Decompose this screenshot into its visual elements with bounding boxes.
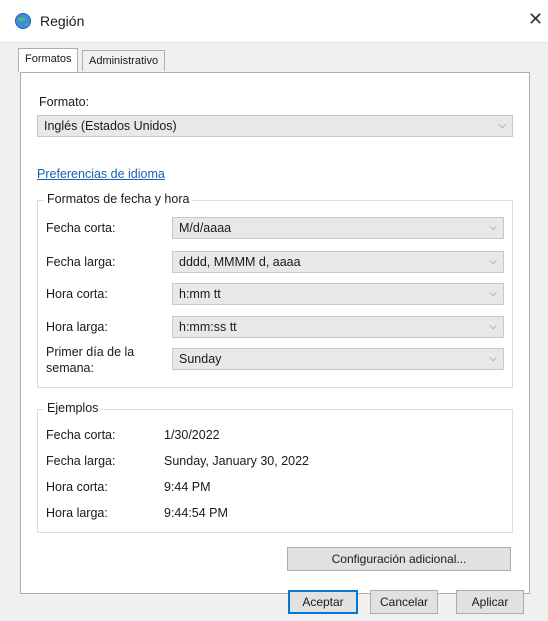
short-date-dropdown[interactable]: M/d/aaaa ⌵ (172, 217, 504, 239)
chevron-down-icon: ⌵ (489, 288, 497, 299)
examples-title: Ejemplos (44, 401, 102, 415)
example-short-date-label: Fecha corta: (46, 428, 116, 442)
example-long-time-value: 9:44:54 PM (164, 506, 228, 520)
apply-button[interactable]: Aplicar (456, 590, 524, 614)
long-time-dropdown[interactable]: h:mm:ss tt ⌵ (172, 316, 504, 338)
first-day-dropdown[interactable]: Sunday ⌵ (172, 348, 504, 370)
tab-formatos[interactable]: Formatos (18, 48, 79, 72)
example-long-date-value: Sunday, January 30, 2022 (164, 454, 310, 468)
examples-group: Ejemplos Fecha corta: 1/30/2022 Fecha la… (37, 401, 513, 533)
chevron-down-icon: ⌵ (489, 256, 497, 267)
short-time-dropdown[interactable]: h:mm tt ⌵ (172, 283, 504, 305)
example-short-time-value: 9:44 PM (164, 480, 211, 494)
short-date-value: M/d/aaaa (179, 221, 232, 235)
long-date-label: Fecha larga: (46, 255, 116, 269)
long-date-dropdown[interactable]: dddd, MMMM d, aaaa ⌵ (172, 251, 504, 273)
example-short-time-label: Hora corta: (46, 480, 108, 494)
short-time-label: Hora corta: (46, 287, 108, 301)
long-time-value: h:mm:ss tt (179, 320, 237, 334)
format-value: Inglés (Estados Unidos) (44, 119, 177, 133)
format-dropdown[interactable]: Inglés (Estados Unidos) ⌵ (37, 115, 513, 137)
short-time-value: h:mm tt (179, 287, 221, 301)
chevron-down-icon: ⌵ (489, 353, 497, 364)
first-day-value: Sunday (179, 352, 222, 366)
chevron-down-icon: ⌵ (489, 222, 497, 233)
tab-administrativo[interactable]: Administrativo (82, 50, 166, 71)
date-time-formats-group: Formatos de fecha y hora Fecha corta: M/… (37, 192, 513, 388)
date-time-formats-title: Formatos de fecha y hora (44, 192, 193, 206)
example-long-date-label: Fecha larga: (46, 454, 116, 468)
title-bar: Región ✕ (0, 0, 548, 43)
close-icon[interactable]: ✕ (528, 9, 543, 30)
long-date-value: dddd, MMMM d, aaaa (179, 255, 301, 269)
globe-icon (15, 13, 31, 29)
long-time-label: Hora larga: (46, 320, 108, 334)
tab-panel: Formato: Inglés (Estados Unidos) ⌵ Prefe… (20, 72, 530, 594)
cancel-button[interactable]: Cancelar (370, 590, 438, 614)
short-date-label: Fecha corta: (46, 221, 116, 235)
additional-settings-button[interactable]: Configuración adicional... (287, 547, 511, 571)
chevron-down-icon: ⌵ (498, 120, 506, 131)
accept-button[interactable]: Aceptar (288, 590, 358, 614)
format-label: Formato: (39, 95, 90, 109)
window-title: Región (40, 13, 85, 29)
first-day-label: Primer día de la semana: (46, 345, 135, 375)
chevron-down-icon: ⌵ (489, 321, 497, 332)
example-long-time-label: Hora larga: (46, 506, 108, 520)
language-preferences-link[interactable]: Preferencias de idioma (37, 167, 165, 181)
example-short-date-value: 1/30/2022 (164, 428, 220, 442)
